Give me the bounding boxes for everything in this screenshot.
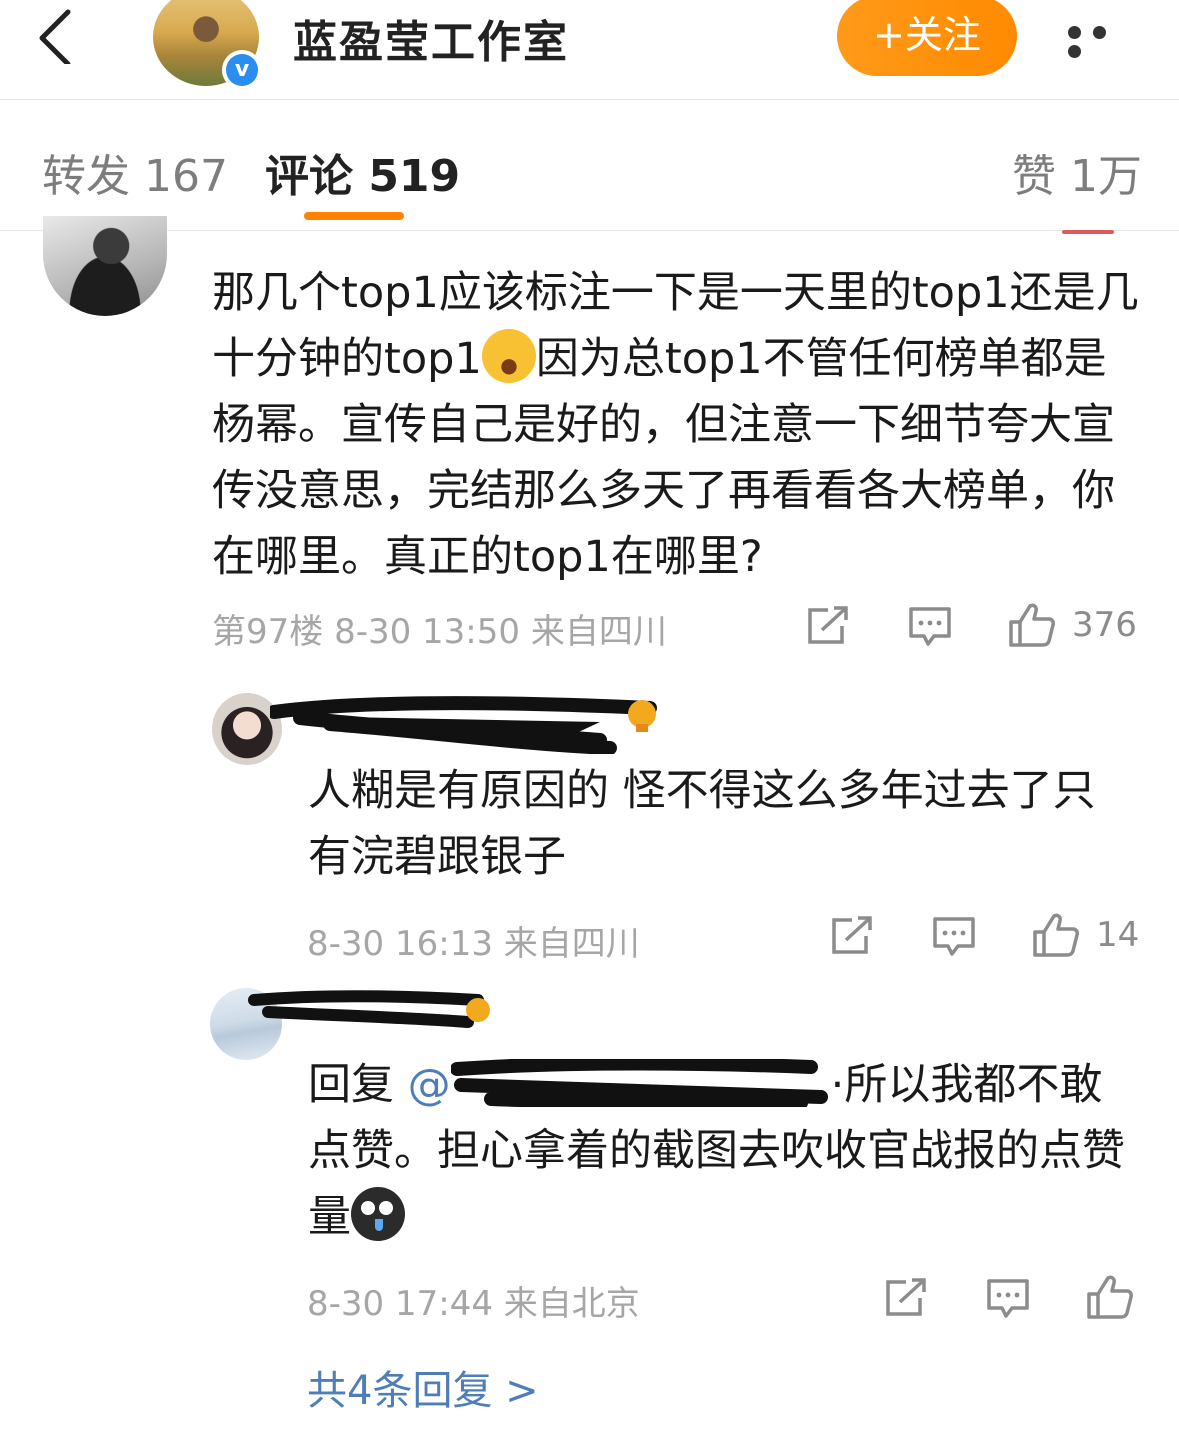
share-button[interactable] [884,1278,928,1318]
badge-sliver [1062,230,1114,234]
reply-prefix: 回复 [308,1060,408,1110]
back-arrow-icon[interactable] [34,8,80,64]
mention-link[interactable]: @ [408,1060,451,1110]
redacted-mention [449,1056,831,1111]
share-icon [832,916,872,954]
comment-icon [933,917,975,956]
share-icon [886,1278,926,1316]
tab-repost[interactable]: 转发 167 [42,140,228,204]
redacted-username [270,696,657,754]
comment-button[interactable] [908,606,952,648]
more-options-icon[interactable] [1068,24,1138,58]
redacted-username [248,990,490,1028]
comment-icon [909,607,951,646]
tab-bar: 转发 167 评论 519 赞 1万 [0,100,1179,231]
laugh-cry-emoji-icon [481,329,536,383]
reply-meta: 8-30 17:44 来自北京 [307,1284,640,1324]
crying-emoji-icon [351,1187,405,1241]
comment-text: 那几个top1应该标注一下是一天里的top1还是几十分钟的top1 因为总top1… [212,260,1142,590]
share-icon [808,606,848,644]
reply-text: 人糊是有原因的 怪不得这么多年过去了只有浣碧跟银子 [308,766,1096,882]
top-bar: v 蓝盈莹工作室 +关注 [0,0,1179,100]
commenter-avatar[interactable] [43,216,167,316]
share-button[interactable] [806,606,850,646]
reply-meta: 8-30 16:13 来自四川 [307,924,640,964]
thumbs-up-icon [1033,913,1079,957]
thumbs-up-icon [1009,603,1055,647]
follow-button[interactable]: +关注 [837,0,1017,76]
view-all-replies-link[interactable]: 共4条回复 > [307,1358,539,1416]
tab-comment[interactable]: 评论 519 [265,140,460,204]
account-name[interactable]: 蓝盈莹工作室 [293,6,569,70]
tab-likes[interactable]: 赞 1万 [1012,140,1142,204]
active-tab-indicator [304,212,404,220]
like-button[interactable]: 14 [1032,912,1139,958]
thumbs-up-icon [1087,1275,1133,1319]
verified-badge-icon: v [222,50,262,90]
like-count: 376 [1072,605,1137,645]
like-button[interactable] [1086,1274,1134,1320]
reply-text: 回复 @ ·所以我都不敢点赞。担心拿着的截图去吹收官战报的点赞量 [308,1052,1138,1250]
comment-meta: 第97楼 8-30 13:50 来自四川 [212,612,667,652]
like-count: 14 [1096,915,1140,955]
share-button[interactable] [830,916,874,956]
like-button[interactable]: 376 [1008,602,1137,648]
comment-button[interactable] [932,916,976,958]
comment-icon [987,1279,1029,1318]
comment-button[interactable] [986,1278,1030,1320]
